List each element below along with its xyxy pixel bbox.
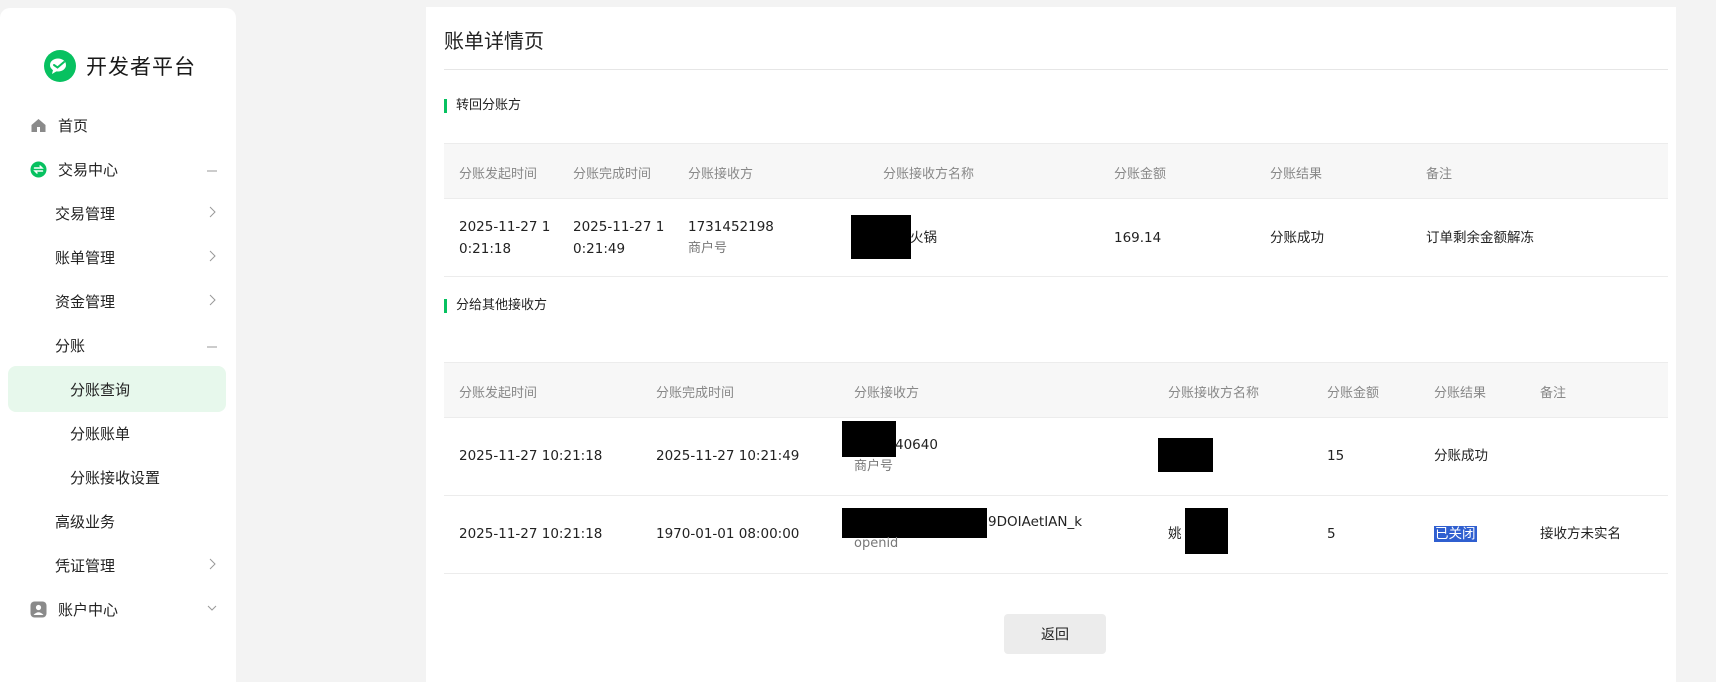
sidebar-item-label: 分账接收设置 (70, 468, 161, 487)
sidebar-item-label: 高级业务 (55, 512, 116, 531)
column-header: 分账金额 (1114, 167, 1167, 182)
column-header: 分账接收方 (688, 167, 754, 182)
sidebar-item-label: 账户中心 (58, 600, 119, 619)
section-title-return: 转回分账方 (444, 98, 521, 114)
sidebar-item-trade-center[interactable]: 交易中心 (8, 146, 226, 192)
receiver-cell: 40640 商户号 (854, 434, 938, 478)
column-header: 分账结果 (1434, 386, 1487, 401)
start-time-line: 2025-11-27 1 (459, 219, 551, 235)
start-time-line: 0:21:18 (459, 241, 512, 257)
column-header: 分账接收方名称 (883, 167, 975, 182)
result-cell: 分账成功 (1434, 448, 1488, 464)
redaction-block (1158, 438, 1213, 472)
start-time-cell: 2025-11-27 10:21:18 (459, 526, 603, 542)
sidebar-item-home[interactable]: 首页 (8, 102, 226, 148)
brand-title: 开发者平台 (86, 55, 196, 79)
column-header: 分账完成时间 (656, 386, 735, 401)
receiver-cell: 9DOIAetIAN_k openid (854, 511, 1082, 555)
sidebar-item-label: 资金管理 (55, 292, 116, 311)
sidebar-item-advanced-business[interactable]: 高级业务 (8, 498, 226, 544)
amount-cell: 169.14 (1114, 230, 1162, 246)
sidebar-item-label: 首页 (58, 116, 89, 135)
sidebar-item-label: 凭证管理 (55, 556, 116, 575)
collapse-icon (206, 160, 218, 176)
wechat-logo-icon (44, 50, 76, 82)
start-time-cell: 2025-11-27 1 0:21:18 (459, 216, 550, 260)
sidebar-item-profit-share-query[interactable]: 分账查询 (8, 366, 226, 412)
table-row: 2025-11-27 10:21:18 2025-11-27 10:21:49 … (444, 418, 1668, 496)
exchange-icon (30, 161, 47, 178)
sidebar-item-label: 分账 (55, 336, 86, 355)
column-header: 备注 (1540, 386, 1567, 401)
receiver-type: 商户号 (854, 459, 894, 474)
remark-cell: 订单剩余金额解冻 (1426, 230, 1534, 246)
receiver-type: openid (854, 536, 899, 551)
result-cell: 已关闭 (1434, 523, 1477, 545)
column-header: 分账发起时间 (459, 167, 538, 182)
column-header: 分账结果 (1270, 167, 1323, 182)
table-header: 分账发起时间 分账完成时间 分账接收方 分账接收方名称 分账金额 分账结果 备注 (444, 143, 1668, 199)
amount-cell: 15 (1327, 448, 1345, 464)
chevron-right-icon (206, 204, 218, 220)
result-highlight: 已关闭 (1434, 526, 1477, 542)
amount-cell: 5 (1327, 526, 1336, 542)
end-time-cell: 2025-11-27 1 0:21:49 (573, 216, 664, 260)
table-row: 2025-11-27 1 0:21:18 2025-11-27 1 0:21:4… (444, 199, 1668, 277)
sidebar-item-credential-manage[interactable]: 凭证管理 (8, 542, 226, 588)
receiver-id: 9DOIAetIAN_k (988, 514, 1083, 530)
sidebar-item-label: 分账账单 (70, 424, 131, 443)
receiver-type: 商户号 (688, 241, 728, 256)
chevron-right-icon (206, 556, 218, 572)
end-time-cell: 1970-01-01 08:00:00 (656, 526, 800, 542)
receiver-id: 1731452198 (688, 219, 774, 235)
table-header: 分账发起时间 分账完成时间 分账接收方 分账接收方名称 分账金额 分账结果 备注 (444, 362, 1668, 418)
column-header: 分账接收方 (854, 386, 920, 401)
user-icon (30, 601, 47, 618)
sidebar-item-profit-share[interactable]: 分账 (8, 322, 226, 368)
end-time-line: 2025-11-27 1 (573, 219, 665, 235)
sidebar-item-bill-manage[interactable]: 账单管理 (8, 234, 226, 280)
remark-cell: 接收方未实名 (1540, 526, 1621, 542)
section-title-others: 分给其他接收方 (444, 298, 547, 314)
redaction-block (1185, 508, 1228, 554)
receiver-cell: 1731452198 商户号 (688, 216, 774, 260)
column-header: 分账完成时间 (573, 167, 652, 182)
result-cell: 分账成功 (1270, 230, 1324, 246)
receiver-name-cell: 姚 (1168, 526, 1182, 542)
sidebar-item-fund-manage[interactable]: 资金管理 (8, 278, 226, 324)
sidebar: 开发者平台 首页 交易中心 交易管理 账单管理 资金管理 分账 分账查询 分账账… (0, 8, 236, 682)
chevron-right-icon (206, 248, 218, 264)
receiver-name-cell: 火锅 (910, 230, 937, 246)
sidebar-item-label: 分账查询 (70, 380, 131, 399)
column-header: 分账金额 (1327, 386, 1380, 401)
brand[interactable]: 开发者平台 (44, 50, 196, 82)
home-icon (30, 117, 47, 134)
receiver-id: 40640 (895, 437, 938, 453)
chevron-down-icon (206, 600, 218, 616)
collapse-icon (206, 336, 218, 352)
main-panel: 账单详情页 转回分账方 分账发起时间 分账完成时间 分账接收方 分账接收方名称 … (426, 7, 1676, 682)
end-time-line: 0:21:49 (573, 241, 626, 257)
sidebar-item-label: 交易管理 (55, 204, 116, 223)
column-header: 备注 (1426, 167, 1453, 182)
table-row: 2025-11-27 10:21:18 1970-01-01 08:00:00 … (444, 496, 1668, 574)
chevron-right-icon (206, 292, 218, 308)
column-header: 分账发起时间 (459, 386, 538, 401)
start-time-cell: 2025-11-27 10:21:18 (459, 448, 603, 464)
redaction-block (851, 215, 911, 259)
end-time-cell: 2025-11-27 10:21:49 (656, 448, 800, 464)
column-header: 分账接收方名称 (1168, 386, 1260, 401)
title-divider (444, 69, 1668, 70)
sidebar-item-receiver-settings[interactable]: 分账接收设置 (8, 454, 226, 500)
page-title: 账单详情页 (444, 29, 544, 53)
sidebar-item-trade-manage[interactable]: 交易管理 (8, 190, 226, 236)
back-button[interactable]: 返回 (1004, 614, 1106, 654)
sidebar-item-label: 交易中心 (58, 160, 119, 179)
sidebar-item-account-center[interactable]: 账户中心 (8, 586, 226, 632)
sidebar-item-label: 账单管理 (55, 248, 116, 267)
sidebar-item-profit-share-bill[interactable]: 分账账单 (8, 410, 226, 456)
